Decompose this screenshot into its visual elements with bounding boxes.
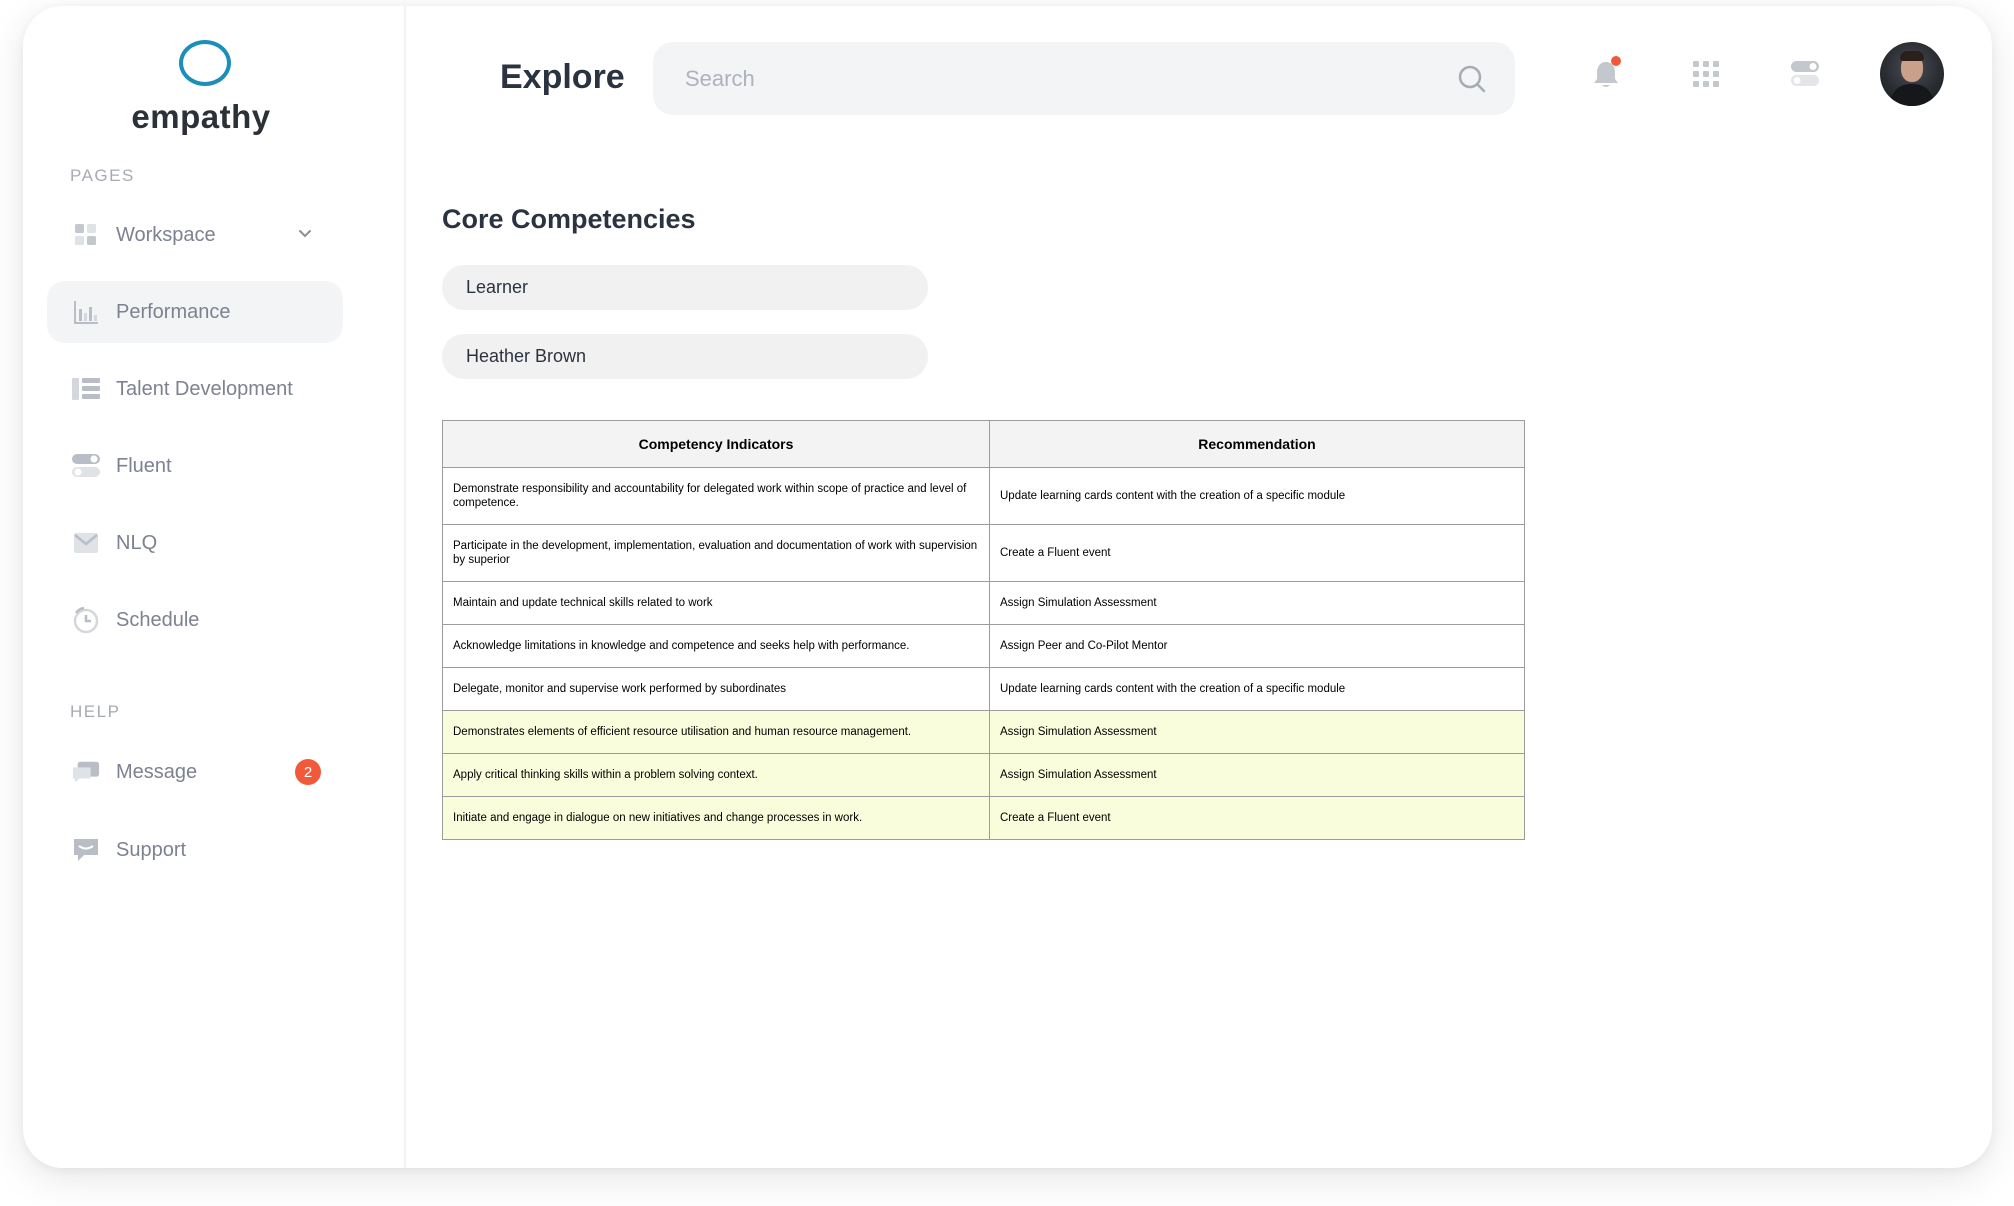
mail-icon: [72, 529, 100, 557]
sidebar-item-schedule[interactable]: Schedule: [47, 589, 343, 651]
indicator-cell: Participate in the development, implemen…: [442, 524, 990, 582]
help-section-label: HELP: [70, 702, 121, 721]
table-row-highlighted: Demonstrates elements of efficient resou…: [442, 710, 1525, 754]
recommendation-cell: Create a Fluent event: [989, 524, 1525, 582]
page-title: Explore: [500, 58, 625, 96]
sidebar-item-message[interactable]: Message 2: [47, 741, 343, 803]
sidebar-item-label: NLQ: [116, 531, 158, 554]
sidebar-item-label: Performance: [116, 300, 231, 323]
search-icon[interactable]: [1457, 64, 1487, 99]
recommendation-cell: Assign Simulation Assessment: [989, 581, 1525, 625]
table-row: Participate in the development, implemen…: [442, 524, 1525, 582]
apps-grid-icon: [1692, 60, 1720, 93]
sidebar: empathy PAGES Workspace Performance Tale…: [23, 6, 406, 1168]
notification-dot: [1611, 56, 1621, 66]
brand-logo[interactable]: empathy: [23, 34, 379, 144]
app-window: empathy PAGES Workspace Performance Tale…: [23, 6, 1992, 1168]
recommendation-cell: Assign Simulation Assessment: [989, 710, 1525, 754]
search-input[interactable]: [685, 65, 1445, 92]
table-row: Acknowledge limitations in knowledge and…: [442, 624, 1525, 668]
table-row: Maintain and update technical skills rel…: [442, 581, 1525, 625]
learner-filter-pill[interactable]: Learner: [442, 265, 928, 310]
toggle-icon: [72, 452, 100, 480]
sidebar-item-support[interactable]: Support: [47, 819, 343, 881]
clock-icon: [72, 606, 100, 634]
sidebar-item-label: Support: [116, 838, 187, 861]
sidebar-item-performance[interactable]: Performance: [47, 281, 343, 343]
table-row: Demonstrate responsibility and accountab…: [442, 467, 1525, 525]
column-header-recommendation: Recommendation: [989, 420, 1525, 468]
indicator-cell: Demonstrates elements of efficient resou…: [442, 710, 990, 754]
sidebar-item-label: Fluent: [116, 454, 172, 477]
competency-table: Competency Indicators Recommendation Dem…: [442, 420, 1525, 840]
chevron-down-icon[interactable]: [297, 226, 313, 247]
recommendation-cell: Update learning cards content with the c…: [989, 667, 1525, 711]
list-icon: [72, 375, 100, 403]
bar-chart-icon: [72, 298, 100, 326]
indicator-cell: Acknowledge limitations in knowledge and…: [442, 624, 990, 668]
recommendation-cell: Assign Simulation Assessment: [989, 753, 1525, 797]
message-count-badge: 2: [295, 759, 321, 785]
logo-ring-icon: [179, 40, 231, 86]
chat-icon: [72, 758, 100, 786]
support-icon: [72, 836, 100, 864]
indicator-cell: Maintain and update technical skills rel…: [442, 581, 990, 625]
recommendation-cell: Update learning cards content with the c…: [989, 467, 1525, 525]
sidebar-item-fluent[interactable]: Fluent: [47, 435, 343, 497]
indicator-cell: Delegate, monitor and supervise work per…: [442, 667, 990, 711]
recommendation-cell: Create a Fluent event: [989, 796, 1525, 840]
table-row-highlighted: Apply critical thinking skills within a …: [442, 753, 1525, 797]
sidebar-item-label: Schedule: [116, 608, 200, 631]
person-filter-pill[interactable]: Heather Brown: [442, 334, 928, 379]
recommendation-cell: Assign Peer and Co-Pilot Mentor: [989, 624, 1525, 668]
notification-button[interactable]: [1586, 56, 1626, 96]
search-bar: [653, 42, 1515, 115]
toggle-icon: [1790, 60, 1820, 93]
pages-section-label: PAGES: [70, 166, 135, 185]
sidebar-item-label: Talent Development: [116, 377, 293, 400]
indicator-cell: Initiate and engage in dialogue on new i…: [442, 796, 990, 840]
grid-icon: [72, 221, 100, 249]
brand-name: empathy: [131, 98, 271, 135]
sidebar-item-nlq[interactable]: NLQ: [47, 512, 343, 574]
sidebar-item-label: Workspace: [116, 223, 216, 246]
apps-button[interactable]: [1686, 56, 1726, 96]
sidebar-item-talent-development[interactable]: Talent Development: [47, 358, 343, 420]
table-row: Delegate, monitor and supervise work per…: [442, 667, 1525, 711]
user-avatar[interactable]: [1880, 42, 1944, 106]
column-header-indicators: Competency Indicators: [442, 420, 990, 468]
table-row-highlighted: Initiate and engage in dialogue on new i…: [442, 796, 1525, 840]
indicator-cell: Apply critical thinking skills within a …: [442, 753, 990, 797]
indicator-cell: Demonstrate responsibility and accountab…: [442, 467, 990, 525]
section-title: Core Competencies: [442, 204, 696, 234]
sidebar-item-workspace[interactable]: Workspace: [47, 204, 343, 266]
settings-toggle-button[interactable]: [1785, 56, 1825, 96]
sidebar-item-label: Message: [116, 760, 198, 783]
